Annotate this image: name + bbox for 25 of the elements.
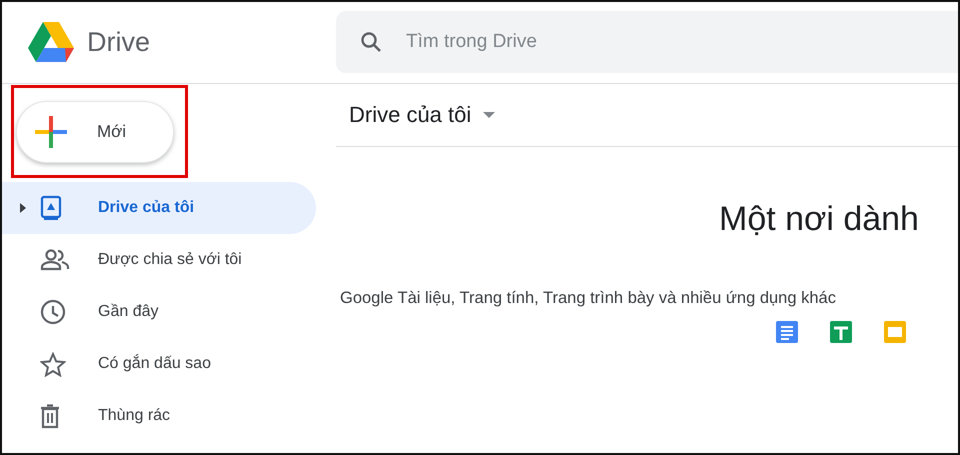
caret-icon — [483, 112, 496, 118]
trash-icon — [40, 404, 60, 428]
new-button[interactable]: Mới — [16, 100, 174, 162]
star-icon — [40, 352, 66, 376]
search-field[interactable]: Tìm trong Drive — [404, 30, 808, 54]
sidebar-item[interactable]: Được chia sẻ với tôi — [2, 234, 316, 286]
empty-state-text: Google Tài liệu, Trang tính, Trang trình bày và nhiều ứng dụng khác — [340, 289, 837, 308]
sidebar-item[interactable]: Có gắn dấu sao — [2, 338, 316, 390]
plus-icon — [35, 116, 67, 148]
empty-state-heading: Một nơi dành — [719, 200, 920, 239]
spreadsheet-app-icon[interactable] — [830, 321, 852, 343]
app-name: Drive — [87, 27, 150, 58]
drive-folder-icon — [40, 195, 62, 221]
people-icon — [40, 249, 70, 271]
search-icon — [360, 30, 382, 52]
document-app-icon[interactable] — [776, 321, 798, 343]
sidebar-item[interactable]: Drive của tôi — [2, 182, 316, 234]
presentation-app-icon[interactable] — [884, 321, 906, 343]
sidebar-item[interactable]: Thùng rác — [2, 390, 316, 442]
sidebar-item[interactable]: Gần đây — [2, 286, 316, 338]
drive-logo-icon — [27, 20, 75, 64]
search-bar[interactable]: Tìm trong Drive — [336, 10, 958, 72]
clock-icon — [40, 299, 66, 325]
expand-caret-icon[interactable] — [20, 203, 26, 213]
folder-title-dropdown[interactable]: Drive của tôi — [349, 102, 496, 128]
